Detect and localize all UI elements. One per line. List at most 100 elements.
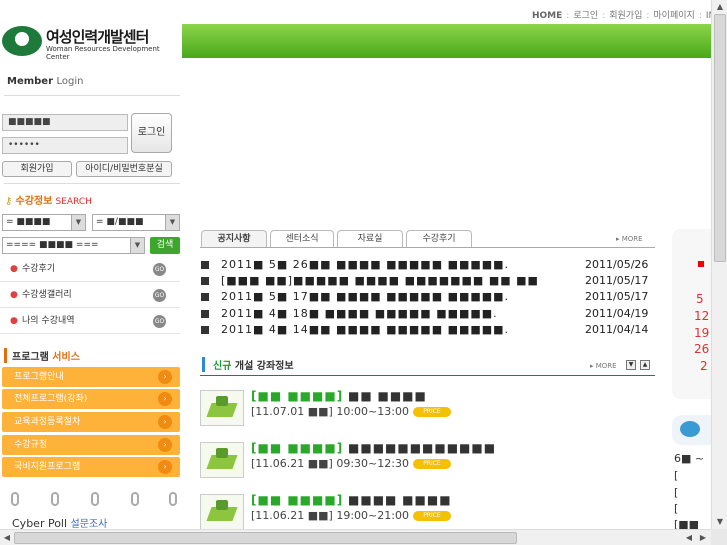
program-link-registration[interactable]: 교육과정등록절차 ›: [2, 412, 180, 432]
cyber-poll-title: Cyber Poll 설문조사: [12, 515, 107, 529]
user-id-input[interactable]: ■■■■■: [2, 114, 128, 131]
calendar-day[interactable]: 5: [696, 292, 704, 306]
price-icon[interactable]: PRICE: [412, 459, 451, 469]
select-3-value: ==== ■■■■ ===: [6, 240, 99, 250]
notice-row[interactable]: [■■■ ■■]■■■■■ ■■■■ ■■■■■■■ ■■ ■■ 2011/05/…: [201, 274, 656, 290]
vertical-scrollbar[interactable]: ▲ ▼: [711, 0, 727, 529]
calendar-day[interactable]: 26: [694, 342, 709, 356]
quick-link-label: 나의 수강내역: [22, 316, 75, 326]
tab-notices[interactable]: 공지사항: [201, 230, 267, 248]
scroll-up-icon[interactable]: ▲: [640, 360, 650, 370]
horizontal-scrollbar[interactable]: ◀ ◀ ▶: [0, 529, 711, 545]
poll-binder-rings: [5, 492, 177, 508]
bullet-icon: [201, 261, 209, 269]
search-select-1[interactable]: = ■■■■ ▼: [2, 214, 86, 231]
course-heading[interactable]: [■■ ■■■■] ■■■■ ■■■■: [251, 493, 452, 507]
program-title-2: 서비스: [52, 352, 80, 363]
quick-link-gallery[interactable]: ● 수강생갤러리 GO: [0, 282, 180, 308]
quick-link-label: 수강생갤러리: [22, 290, 72, 300]
bullet-icon: ●: [10, 264, 18, 274]
select-2-value: = ■/■■■: [96, 217, 144, 227]
bullet-icon: ●: [10, 316, 18, 326]
program-link-guide[interactable]: 프로그램안내 ›: [2, 367, 180, 387]
side-item[interactable]: [■■: [674, 518, 699, 529]
notice-title[interactable]: [■■■ ■■]■■■■■ ■■■■ ■■■■■■■ ■■ ■■: [221, 274, 539, 287]
vertical-scroll-thumb[interactable]: [714, 14, 726, 262]
course-underline: [200, 375, 655, 376]
scroll-down-arrow-icon[interactable]: ▼: [713, 515, 727, 529]
side-item[interactable]: [: [674, 486, 678, 499]
course-title-2: 개설 강좌정보: [234, 361, 294, 372]
notice-row[interactable]: 2011■ 4■ 14■■ ■■■■ ■■■■■ ■■■■■. 2011/04/1…: [201, 323, 656, 339]
notice-row[interactable]: 2011■ 4■ 18■ ■■■■ ■■■■■ ■■■■■. 2011/04/19: [201, 307, 656, 323]
course-tag: [■■ ■■■■]: [251, 493, 344, 507]
course-tag: [■■ ■■■■]: [251, 389, 344, 403]
horizontal-scroll-thumb[interactable]: [14, 532, 517, 544]
side-item[interactable]: 6■ ~: [674, 452, 704, 465]
chevron-down-icon: ▼: [165, 215, 179, 230]
course-thumbnail[interactable]: [200, 442, 244, 478]
search-select-2[interactable]: = ■/■■■ ▼: [92, 214, 180, 231]
course-schedule-line: [11.07.01 ■■] 10:00~13:00 PRICE: [251, 405, 451, 418]
tab-center-news[interactable]: 센터소식: [270, 230, 334, 248]
search-button[interactable]: 검색: [150, 237, 180, 254]
scroll-up-arrow-icon[interactable]: ▲: [713, 0, 727, 14]
member-login-title: Member Login: [7, 76, 84, 87]
notice-title[interactable]: 2011■ 4■ 14■■ ■■■■ ■■■■■ ■■■■■.: [221, 323, 509, 336]
new-course-section-title: 신규 개설 강좌정보: [202, 357, 294, 372]
side-item[interactable]: [: [674, 469, 678, 482]
scroll-down-icon[interactable]: ▼: [626, 360, 636, 370]
password-input[interactable]: ••••••: [2, 137, 128, 154]
join-button[interactable]: 회원가입: [2, 161, 72, 177]
nav-login[interactable]: 로그인: [573, 11, 598, 21]
notice-row[interactable]: 2011■ 5■ 26■■ ■■■■ ■■■■■ ■■■■■. 2011/05/2…: [201, 258, 656, 274]
site-logo[interactable]: 여성인력개발센터 Woman Resources Development Cen…: [0, 22, 182, 64]
bullet-icon: ●: [10, 290, 18, 300]
program-section-title: 프로그램 서비스: [4, 348, 80, 363]
scroll-left-arrow-icon[interactable]: ◀: [0, 531, 14, 545]
quick-link-history[interactable]: ● 나의 수강내역 GO: [0, 308, 180, 334]
login-button[interactable]: 로그인: [131, 113, 172, 153]
notice-title[interactable]: 2011■ 4■ 18■ ■■■■ ■■■■■ ■■■■■.: [221, 307, 498, 320]
notice-title[interactable]: 2011■ 5■ 26■■ ■■■■ ■■■■■ ■■■■■.: [221, 258, 509, 271]
course-item[interactable]: [■■ ■■■■] ■■■■ ■■■■ [11.06.21 ■■] 19:00~…: [200, 493, 655, 529]
notice-row[interactable]: 2011■ 5■ 17■■ ■■■■ ■■■■■ ■■■■■. 2011/05/1…: [201, 290, 656, 306]
calendar-day[interactable]: 19: [694, 326, 709, 340]
bullet-icon: [201, 310, 209, 318]
course-heading[interactable]: [■■ ■■■■] ■■■■■■■■■■■■: [251, 441, 496, 455]
search-select-3[interactable]: ==== ■■■■ === ▼: [2, 237, 145, 254]
quick-link-reviews[interactable]: ● 수강후기 GO: [0, 256, 180, 282]
notices-more-link[interactable]: ▸ MORE: [616, 235, 643, 243]
side-item[interactable]: [: [674, 502, 678, 515]
scroll-right-arrow-icon[interactable]: ▶: [696, 531, 710, 545]
chevron-right-icon: ›: [158, 438, 172, 452]
program-link-rules[interactable]: 수강규정 ›: [2, 435, 180, 455]
course-heading[interactable]: [■■ ■■■■] ■■ ■■■■: [251, 389, 427, 403]
tab-library[interactable]: 자료실: [337, 230, 403, 248]
chevron-right-icon: ›: [158, 392, 172, 406]
nav-join[interactable]: 회원가입: [609, 11, 642, 21]
program-link-all[interactable]: 전체프로그램(강좌) ›: [2, 389, 180, 409]
more-label: MORE: [595, 362, 617, 370]
nav-home[interactable]: HOME: [532, 11, 562, 21]
poll-title-kr: 설문조사: [70, 519, 108, 529]
notice-date: 2011/04/19: [585, 307, 649, 320]
find-account-button[interactable]: 아이디/비밀번호분실: [76, 161, 172, 177]
course-thumbnail[interactable]: [200, 390, 244, 426]
basket-icon[interactable]: [672, 415, 711, 445]
course-schedule: [11.06.21 ■■] 09:30~12:30: [251, 457, 409, 470]
price-icon[interactable]: PRICE: [412, 407, 451, 417]
course-item[interactable]: [■■ ■■■■] ■■ ■■■■ [11.07.01 ■■] 10:00~13…: [200, 389, 655, 432]
nav-mypage[interactable]: 마이페이지: [653, 11, 694, 21]
scroll-left-arrow-icon[interactable]: ◀: [682, 531, 696, 545]
program-link-national[interactable]: 국비지원프로그램 ›: [2, 457, 180, 477]
notice-title[interactable]: 2011■ 5■ 17■■ ■■■■ ■■■■■ ■■■■■.: [221, 290, 509, 303]
course-item[interactable]: [■■ ■■■■] ■■■■■■■■■■■■ [11.06.21 ■■] 09:…: [200, 441, 655, 484]
price-icon[interactable]: PRICE: [412, 511, 451, 521]
courses-more-link[interactable]: ▸ MORE: [590, 362, 617, 370]
course-thumbnail[interactable]: [200, 494, 244, 529]
calendar-day[interactable]: 2: [700, 359, 708, 373]
bullet-icon: [201, 293, 209, 301]
calendar-day[interactable]: 12: [694, 309, 709, 323]
tab-reviews[interactable]: 수강후기: [406, 230, 472, 248]
